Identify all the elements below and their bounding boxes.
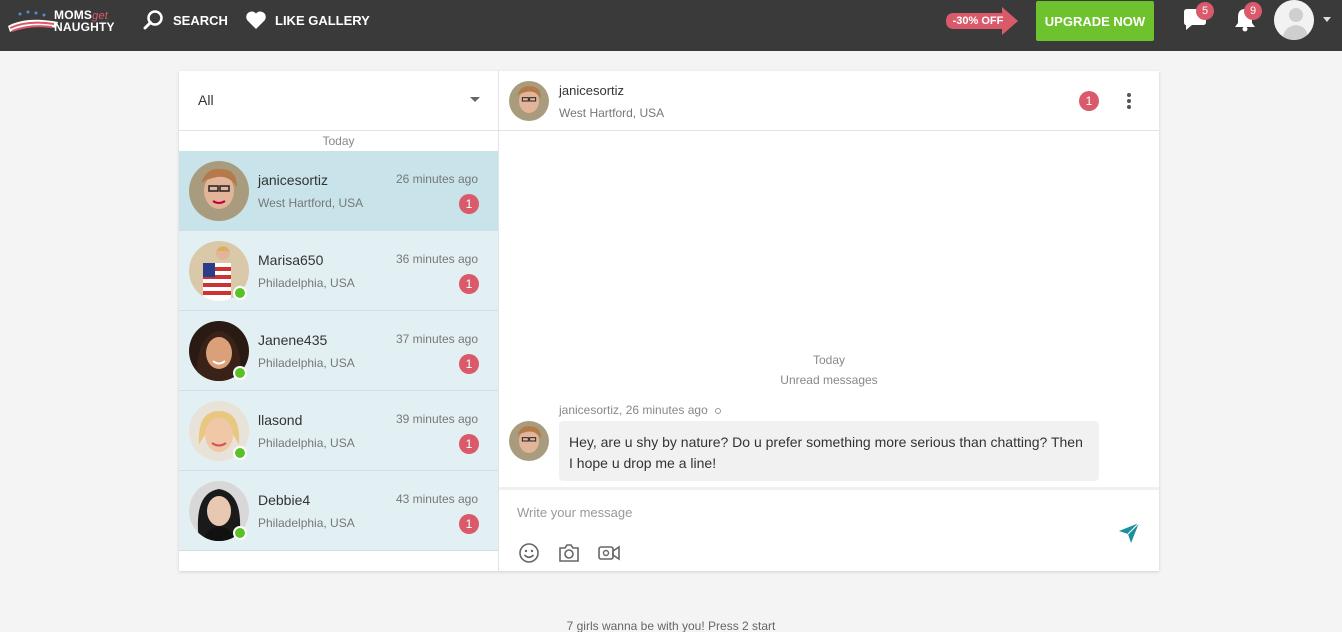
online-status-indicator [233,366,247,380]
chat-partner-avatar[interactable] [509,81,549,121]
conversation-location: Philadelphia, USA [258,276,355,290]
online-status-indicator [233,286,247,300]
profile-photo [509,421,549,461]
emoji-icon[interactable] [517,542,541,564]
profile-photo [189,161,249,221]
user-avatar[interactable] [1274,0,1314,40]
video-camera-icon[interactable] [597,542,621,564]
notifications-button[interactable]: 9 [1230,2,1262,35]
conversation-avatar [189,161,249,221]
conversation-name: llasond [258,412,303,428]
chat-partner-location: West Hartford, USA [559,106,665,120]
conversation-filter-select[interactable]: All [179,71,498,131]
unread-count-badge: 1 [459,194,479,214]
chat-header: janicesortiz West Hartford, USA 1 [499,71,1159,131]
conversation-item[interactable]: janicesortiz West Hartford, USA 26 minut… [179,151,498,231]
more-options-icon[interactable] [1119,91,1139,111]
filter-value: All [198,92,214,108]
unread-count-badge: 1 [459,514,479,534]
conversation-location: Philadelphia, USA [258,356,355,370]
notifications-count-badge: 9 [1244,2,1262,20]
conversation-location: Philadelphia, USA [258,436,355,450]
message-input[interactable] [517,498,1077,526]
chat-panel: janicesortiz West Hartford, USA 1 Today … [499,71,1159,571]
send-icon[interactable] [1117,521,1141,545]
heart-icon [246,11,266,30]
unread-count-badge: 1 [459,434,479,454]
message-meta: janicesortiz, 26 minutes ago [559,403,722,417]
conversation-time: 43 minutes ago [395,492,478,506]
chat-partner-name[interactable]: janicesortiz [559,83,624,98]
conversation-name: Janene435 [258,332,328,348]
messages-count-badge: 5 [1196,2,1214,20]
conversation-item[interactable]: Marisa650 Philadelphia, USA 36 minutes a… [179,231,498,311]
camera-icon[interactable] [557,542,581,564]
conversation-name: Debbie4 [258,492,311,508]
unread-count-badge: 1 [459,274,479,294]
upgrade-now-button[interactable]: UPGRADE NOW [1036,1,1154,41]
unread-messages-label: Unread messages [780,373,878,387]
online-status-indicator [233,526,247,540]
site-logo[interactable]: MOMSget NAUGHTY [6,7,124,35]
nav-search-label: SEARCH [173,12,228,28]
conversation-time: 39 minutes ago [395,412,478,426]
message-bubble: Hey, are u shy by nature? Do u prefer so… [559,421,1099,481]
message-sender-time: janicesortiz, 26 minutes ago [559,403,708,417]
conversation-item[interactable]: Debbie4 Philadelphia, USA 43 minutes ago… [179,471,498,551]
conversation-time: 37 minutes ago [395,332,478,346]
discount-label: -30% OFF [952,15,1004,27]
profile-photo [509,81,549,121]
nav-search[interactable]: SEARCH [143,0,228,40]
conversation-time: 26 minutes ago [395,172,478,186]
messages-button[interactable]: 5 [1180,2,1214,35]
nav-like-gallery[interactable]: LIKE GALLERY [245,0,370,40]
top-bar: MOMSget NAUGHTY SEARCH LIKE GALLERY -30%… [0,0,1342,51]
account-menu-caret-icon[interactable] [1323,17,1331,22]
discount-promo[interactable]: -30% OFF [946,6,1020,36]
message-day-separator: Today [812,353,846,367]
message-avatar [509,421,549,461]
day-separator: Today [322,134,355,148]
logo-line2: NAUGHTY [54,19,115,34]
chevron-down-icon [470,97,480,102]
conversation-location: Philadelphia, USA [258,516,355,530]
search-icon [143,10,163,30]
nav-gallery-label: LIKE GALLERY [275,12,370,28]
conversation-name: janicesortiz [258,172,329,188]
unread-count-badge: 1 [459,354,479,374]
promo-footer-text: 7 girls wanna be with you! Press 2 start [566,619,776,632]
chat-unread-badge: 1 [1079,91,1099,111]
messenger-panel: All Today janicesortiz West Hartford, US… [179,71,1159,571]
conversation-location: West Hartford, USA [258,196,364,210]
conversation-time: 36 minutes ago [395,252,478,266]
conversation-name: Marisa650 [258,252,324,268]
conversation-item[interactable]: llasond Philadelphia, USA 39 minutes ago… [179,391,498,471]
conversation-list-panel: All Today janicesortiz West Hartford, US… [179,71,499,571]
message-composer [499,487,1159,571]
logo-flag-icon [8,10,58,32]
conversation-item[interactable]: Janene435 Philadelphia, USA 37 minutes a… [179,311,498,391]
user-silhouette-icon [1274,0,1314,40]
online-status-indicator [233,446,247,460]
sent-status-icon [715,407,722,414]
